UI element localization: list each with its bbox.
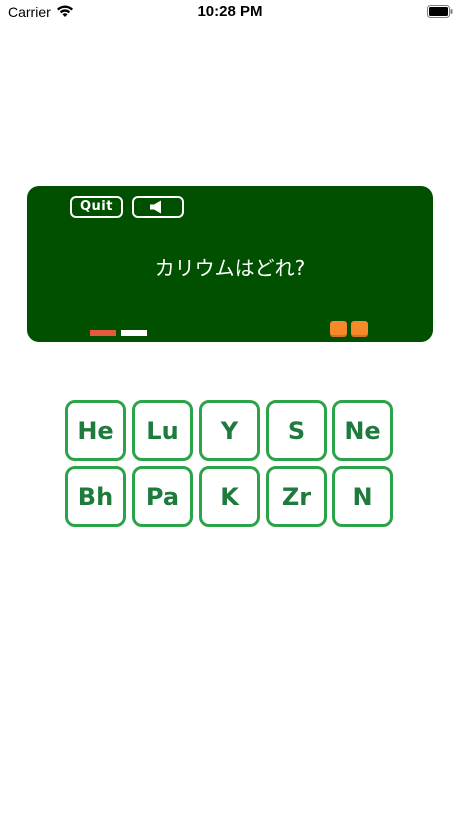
life-block-icon: [351, 321, 368, 337]
question-board: Quit カリウムはどれ?: [27, 186, 433, 342]
quit-button[interactable]: Quit: [70, 196, 123, 218]
progress-segment: [121, 330, 147, 336]
element-tile-pa[interactable]: Pa: [132, 466, 193, 527]
battery-icon: [427, 5, 453, 18]
life-block-icon: [330, 321, 347, 337]
element-tile-k[interactable]: K: [199, 466, 260, 527]
answer-grid: He Lu Y S Ne Bh Pa K Zr N: [65, 400, 395, 530]
element-tile-he[interactable]: He: [65, 400, 126, 461]
element-tile-y[interactable]: Y: [199, 400, 260, 461]
speaker-icon: [150, 200, 161, 214]
element-tile-n[interactable]: N: [332, 466, 393, 527]
status-bar: Carrier 10:28 PM: [0, 0, 460, 26]
element-tile-zr[interactable]: Zr: [266, 466, 327, 527]
status-time: 10:28 PM: [197, 3, 263, 20]
element-tile-s[interactable]: S: [266, 400, 327, 461]
element-tile-ne[interactable]: Ne: [332, 400, 393, 461]
element-tile-bh[interactable]: Bh: [65, 466, 126, 527]
progress-segment: [90, 330, 116, 336]
element-tile-lu[interactable]: Lu: [132, 400, 193, 461]
question-text: カリウムはどれ?: [154, 256, 306, 280]
sound-toggle-button[interactable]: [132, 196, 184, 218]
